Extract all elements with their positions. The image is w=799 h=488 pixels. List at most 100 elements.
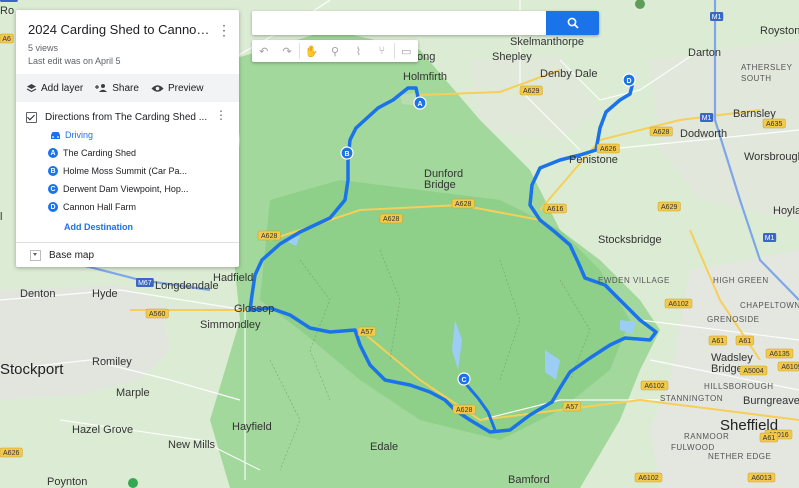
road-badge-label: A61	[739, 338, 752, 345]
draw-line-icon[interactable]: ⌇	[347, 40, 370, 62]
place-label-denby-dale[interactable]: Denby Dale	[540, 68, 597, 80]
place-label-burngreave[interactable]: Burngreave	[743, 395, 799, 407]
add-marker-icon[interactable]: ⚲	[323, 40, 346, 62]
place-label-athersley[interactable]: ATHERSLEY	[741, 63, 793, 72]
place-label-lt[interactable]: l	[0, 211, 2, 223]
last-edit: Last edit was on April 5	[28, 56, 121, 66]
preview-button[interactable]: Preview	[151, 83, 204, 94]
road-badge-label: A626	[3, 450, 19, 457]
marker-c[interactable]: C	[457, 372, 471, 386]
place-label-grenoside[interactable]: GRENOSIDE	[707, 315, 760, 324]
place-label-hoylan[interactable]: Hoylan	[773, 205, 799, 217]
svg-text:D: D	[626, 78, 631, 85]
place-label-holmfirth[interactable]: Holmfirth	[403, 71, 447, 83]
expand-icon[interactable]	[30, 249, 41, 261]
place-label-marple[interactable]: Marple	[116, 387, 150, 399]
place-label-stannington[interactable]: STANNINGTON	[660, 394, 723, 403]
stop-b[interactable]: B Holme Moss Summit (Car Pa...	[26, 162, 231, 180]
place-label-simmondley[interactable]: Simmondley	[200, 319, 261, 331]
place-label-new-mills[interactable]: New Mills	[168, 439, 216, 451]
road-badge-m67: M67	[0, 0, 18, 2]
road-badge-a6109: A6109	[777, 361, 799, 372]
place-label-bamford[interactable]: Bamford	[508, 474, 550, 486]
place-label-fulwood[interactable]: FULWOOD	[671, 443, 715, 452]
stop-label: The Carding Shed	[63, 148, 137, 158]
stop-c[interactable]: C Derwent Dam Viewpoint, Hop...	[26, 180, 231, 198]
road-badge-label: A6102	[638, 475, 658, 482]
place-label-athersley[interactable]: SOUTH	[741, 74, 772, 83]
panel-toolbar: Add layer Share Preview	[16, 74, 239, 102]
marker-a[interactable]: A	[413, 96, 427, 110]
map-pin-icon-2[interactable]	[128, 478, 138, 488]
travel-mode-label: Driving	[65, 130, 94, 140]
hand-icon[interactable]: ✋	[300, 40, 323, 62]
road-badge-label: A628	[383, 216, 399, 223]
place-label-glossop[interactable]: Glossop	[234, 303, 274, 315]
road-badge-label: A61	[763, 435, 776, 442]
travel-mode[interactable]: Driving	[26, 126, 231, 144]
ruler-icon[interactable]: ▭	[395, 40, 418, 62]
base-map-layer[interactable]: Base map	[16, 242, 239, 267]
base-map-label: Base map	[49, 249, 95, 261]
road-badge-a629: A629	[657, 201, 681, 212]
add-destination-link[interactable]: Add Destination	[26, 216, 231, 238]
marker-b[interactable]: B	[340, 146, 354, 160]
place-label-worsbrough[interactable]: Worsbrough	[744, 151, 799, 163]
marker-c-icon: C	[48, 184, 58, 194]
road-badge-a635: A635	[762, 118, 786, 129]
place-label-hillsborough[interactable]: HILLSBOROUGH	[704, 382, 774, 391]
undo-icon[interactable]: ↶	[252, 40, 275, 62]
place-label-stockport[interactable]: Stockport	[0, 361, 64, 378]
place-label-wadsley-bridge[interactable]: Bridge	[711, 363, 743, 375]
road-badge-a6102: A6102	[640, 380, 669, 391]
road-badge-label: M1	[712, 14, 722, 21]
road-badge-a57: A57	[357, 326, 377, 337]
share-button[interactable]: Share	[95, 83, 139, 94]
layer-title[interactable]: Directions from The Carding Shed ...	[45, 112, 207, 123]
place-label-shepley[interactable]: Shepley	[492, 51, 532, 63]
marker-d[interactable]: D	[622, 73, 636, 87]
map-title[interactable]: 2024 Carding Shed to Cannon Far…	[28, 22, 214, 37]
place-label-skelmanthorpe[interactable]: Skelmanthorpe	[510, 36, 584, 48]
place-label-dunford-bridge[interactable]: Bridge	[424, 179, 456, 191]
more-options-icon[interactable]: ⋮	[217, 22, 231, 39]
stop-a[interactable]: A The Carding Shed	[26, 144, 231, 162]
place-label-ro[interactable]: Ro	[0, 5, 14, 17]
road-badge-label: A6013	[751, 475, 771, 482]
place-label-penistone[interactable]: Penistone	[569, 154, 618, 166]
redo-icon[interactable]: ↷	[275, 40, 298, 62]
search-input[interactable]	[258, 11, 547, 35]
layer-options-icon[interactable]: ⋮	[215, 108, 227, 122]
place-label-edale[interactable]: Edale	[370, 441, 398, 453]
place-label-dodworth[interactable]: Dodworth	[680, 128, 727, 140]
place-label-stocksbridge[interactable]: Stocksbridge	[598, 234, 662, 246]
place-label-nether-edge[interactable]: NETHER EDGE	[708, 452, 771, 461]
place-label-royston[interactable]: Royston	[760, 25, 799, 37]
road-badge-label: A5004	[743, 368, 763, 375]
add-layer-button[interactable]: Add layer	[26, 83, 83, 94]
place-label-hayfield[interactable]: Hayfield	[232, 421, 272, 433]
svg-text:C: C	[461, 377, 466, 384]
place-label-romiley[interactable]: Romiley	[92, 356, 132, 368]
place-label-longdendale[interactable]: Longdendale	[155, 280, 219, 292]
road-badge-a57: A57	[562, 401, 582, 412]
place-label-high-green[interactable]: HIGH GREEN	[713, 276, 769, 285]
road-badge-label: A61	[712, 338, 725, 345]
place-label-chapeltown[interactable]: CHAPELTOWN	[740, 301, 799, 310]
place-label-denton[interactable]: Denton	[20, 288, 55, 300]
search-button[interactable]	[546, 11, 599, 35]
place-label-ranmoor[interactable]: RANMOOR	[684, 432, 729, 441]
road-badge-label: M67	[138, 280, 152, 287]
place-label-barnsley[interactable]: Barnsley	[733, 108, 776, 120]
place-label-darton[interactable]: Darton	[688, 47, 721, 59]
place-label-poynton[interactable]: Poynton	[47, 476, 87, 488]
directions-icon[interactable]: ⑂	[370, 40, 393, 62]
place-label-ewden-village[interactable]: EWDEN VILLAGE	[598, 276, 670, 285]
place-label-hadfield[interactable]: Hadfield	[213, 272, 253, 284]
marker-d-icon: D	[48, 202, 58, 212]
stop-d[interactable]: D Cannon Hall Farm	[26, 198, 231, 216]
layer-checkbox[interactable]	[26, 111, 37, 123]
place-label-hyde[interactable]: Hyde	[92, 288, 118, 300]
place-label-hazel-grove[interactable]: Hazel Grove	[72, 424, 133, 436]
marker-a-icon: A	[48, 148, 58, 158]
